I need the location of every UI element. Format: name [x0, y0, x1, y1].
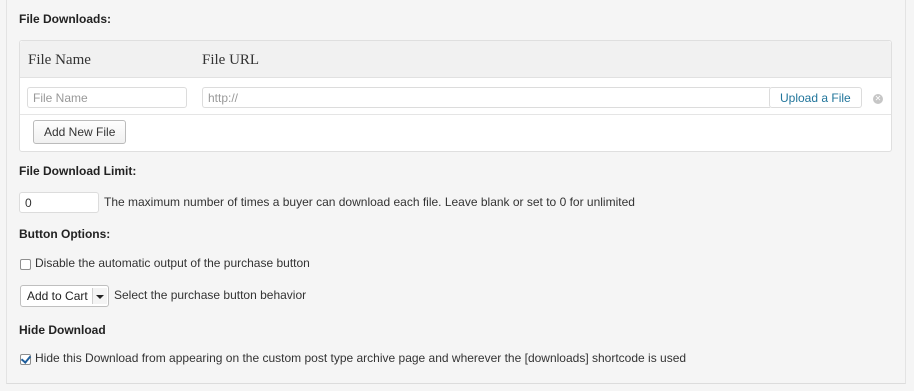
button-options-title: Button Options:	[19, 227, 111, 241]
upload-file-button[interactable]: Upload a File	[769, 87, 862, 108]
file-downloads-table: File Name File URL Upload a File ✕ Add N…	[19, 40, 892, 152]
file-url-input[interactable]	[202, 87, 770, 108]
disable-purchase-button-label: Disable the automatic output of the purc…	[35, 256, 310, 270]
hide-download-title: Hide Download	[19, 323, 106, 337]
close-circle-icon[interactable]: ✕	[873, 94, 883, 104]
add-new-file-button[interactable]: Add New File	[33, 120, 127, 144]
hide-download-checkbox[interactable]	[20, 354, 31, 365]
download-limit-help: The maximum number of times a buyer can …	[104, 195, 635, 209]
purchase-behavior-select[interactable]: Add to Cart	[20, 285, 109, 307]
file-row: Upload a File ✕	[20, 78, 891, 115]
column-file-name: File Name	[28, 52, 91, 68]
file-name-input[interactable]	[27, 87, 187, 108]
file-downloads-title: File Downloads:	[19, 12, 112, 26]
purchase-behavior-help: Select the purchase button behavior	[114, 288, 307, 302]
download-limit-title: File Download Limit:	[19, 164, 137, 178]
purchase-behavior-value: Add to Cart	[27, 289, 88, 303]
chevron-down-icon	[92, 288, 107, 304]
file-downloads-header: File Name File URL	[20, 41, 891, 78]
column-file-url: File URL	[202, 52, 260, 68]
disable-purchase-button-checkbox[interactable]	[20, 259, 31, 270]
download-limit-input[interactable]	[19, 192, 99, 213]
hide-download-label: Hide this Download from appearing on the…	[35, 351, 687, 365]
